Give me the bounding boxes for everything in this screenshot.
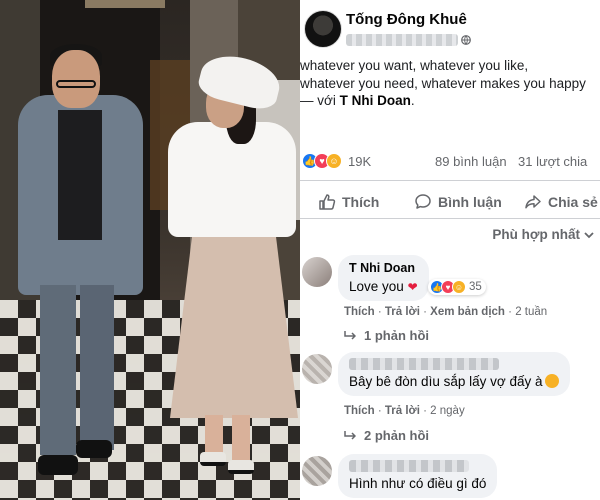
reply-arrow-icon (344, 330, 356, 340)
blurred-commenter-name (349, 358, 499, 370)
share-icon (525, 195, 541, 209)
post-text-line: whatever you need, whatever makes you ha… (300, 75, 586, 91)
comment-text: Hình như có điều gì đó (349, 476, 487, 491)
blurred-commenter-name (349, 460, 469, 472)
poster-name[interactable]: Tống Đông Khuê (346, 11, 467, 28)
comment-actions: Thích · Trả lời · 2 ngày (344, 405, 465, 417)
commenter-avatar[interactable] (302, 257, 332, 287)
heart-emoji-icon: ❤ (407, 280, 418, 294)
poster-avatar[interactable] (304, 10, 342, 48)
comment-reactions[interactable]: 👍 ♥ ☺ 35 (428, 279, 486, 295)
comment-like-link[interactable]: Thích (344, 306, 375, 318)
reaction-icons[interactable]: 👍 ♥ ☺ (302, 153, 342, 169)
chevron-down-icon (584, 231, 594, 238)
couple-photo (0, 0, 300, 500)
cat-emoji-icon (545, 374, 560, 388)
post-header: Tống Đông Khuê (300, 0, 600, 52)
comment-text-body: Love you (349, 279, 404, 294)
tag-suffix: . (410, 93, 415, 108)
sort-label: Phù hợp nhất (492, 227, 580, 242)
post-tag-line: — với T Nhi Doan. (300, 92, 600, 110)
view-replies-button[interactable]: 1 phản hồi (344, 328, 429, 343)
comment-button[interactable]: Bình luận (414, 188, 502, 216)
haha-reaction-icon: ☺ (326, 153, 342, 169)
blurred-timestamp (346, 34, 458, 46)
replies-label: 1 phản hồi (364, 328, 429, 343)
post-actions: Thích Bình luận Chia sẻ (300, 188, 600, 216)
haha-reaction-icon: ☺ (452, 280, 466, 294)
replies-label: 2 phản hồi (364, 428, 429, 443)
comment-time[interactable]: 2 tuần (515, 306, 547, 318)
comment-text: Bây bê đòn dìu sắp lấy vợ đấy à (349, 374, 560, 389)
comment-bubble: T Nhi Doan Love you ❤ (338, 255, 429, 301)
like-button[interactable]: Thích (318, 188, 379, 216)
view-replies-button[interactable]: 2 phản hồi (344, 428, 429, 443)
post-text-line: whatever you want, whatever you like, (300, 58, 529, 73)
globe-icon (461, 35, 471, 45)
comment-translate-link[interactable]: Xem bản dịch (430, 306, 505, 318)
share-button[interactable]: Chia sẻ (524, 188, 598, 216)
comment-reply-link[interactable]: Trả lời (385, 306, 420, 318)
comment-like-link[interactable]: Thích (344, 405, 375, 417)
commenter-name[interactable]: T Nhi Doan (349, 261, 418, 275)
reactions-summary: 👍 ♥ ☺ 19K 89 bình luận 31 lượt chia (300, 150, 600, 172)
comment-time[interactable]: 2 ngày (430, 405, 465, 417)
facebook-post: Tống Đông Khuê whatever you want, whatev… (300, 0, 600, 500)
comment-text-body: Bây bê đòn dìu sắp lấy vợ đấy à (349, 374, 543, 389)
commenter-avatar[interactable] (302, 456, 332, 486)
share-label: Chia sẻ (548, 194, 598, 210)
comment-reaction-count: 35 (469, 281, 482, 293)
comment-sort-dropdown[interactable]: Phù hợp nhất (492, 227, 594, 242)
comment-actions: Thích · Trả lời · Xem bản dịch · 2 tuần (344, 306, 548, 318)
comment-text: Love you ❤ (349, 279, 418, 294)
comment-reply-link[interactable]: Trả lời (385, 405, 420, 417)
post-text: whatever you want, whatever you like, wh… (300, 57, 600, 110)
tagged-user[interactable]: T Nhi Doan (340, 93, 411, 108)
tag-prefix: — với (300, 93, 340, 108)
post-meta (346, 32, 471, 48)
commenter-avatar[interactable] (302, 354, 332, 384)
comment-bubble: Hình như có điều gì đó (338, 454, 498, 498)
reply-arrow-icon (344, 430, 356, 440)
divider (300, 218, 600, 219)
like-icon (319, 194, 336, 210)
comment-label: Bình luận (438, 194, 502, 210)
divider (300, 180, 600, 181)
comment-icon (415, 194, 431, 209)
like-label: Thích (342, 194, 380, 210)
reaction-count[interactable]: 19K (348, 154, 371, 169)
shares-count[interactable]: 31 lượt chia (518, 154, 587, 169)
comment-bubble: Bây bê đòn dìu sắp lấy vợ đấy à (338, 352, 571, 396)
comments-count[interactable]: 89 bình luận (435, 154, 507, 169)
